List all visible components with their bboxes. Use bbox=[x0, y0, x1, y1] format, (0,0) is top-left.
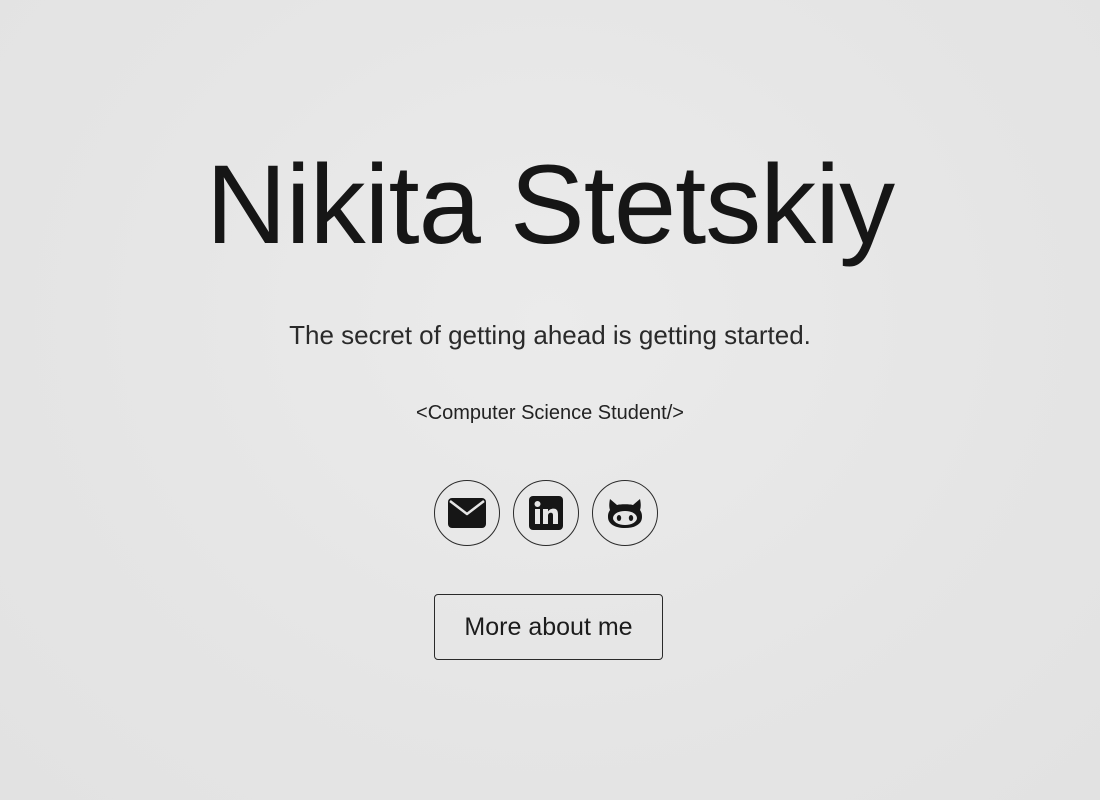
email-icon bbox=[448, 498, 486, 528]
github-icon bbox=[608, 499, 642, 528]
linkedin-icon bbox=[529, 496, 563, 530]
tagline: The secret of getting ahead is getting s… bbox=[289, 320, 811, 350]
more-about-me-button[interactable]: More about me bbox=[434, 594, 663, 660]
social-links bbox=[434, 480, 666, 548]
github-button[interactable] bbox=[592, 480, 658, 546]
email-button[interactable] bbox=[434, 480, 500, 546]
hero-section: Nikita Stetskiy The secret of getting ah… bbox=[0, 0, 1100, 800]
role-label: <Computer Science Student/> bbox=[416, 402, 684, 424]
linkedin-button[interactable] bbox=[513, 480, 579, 546]
page-title: Nikita Stetskiy bbox=[205, 142, 895, 267]
